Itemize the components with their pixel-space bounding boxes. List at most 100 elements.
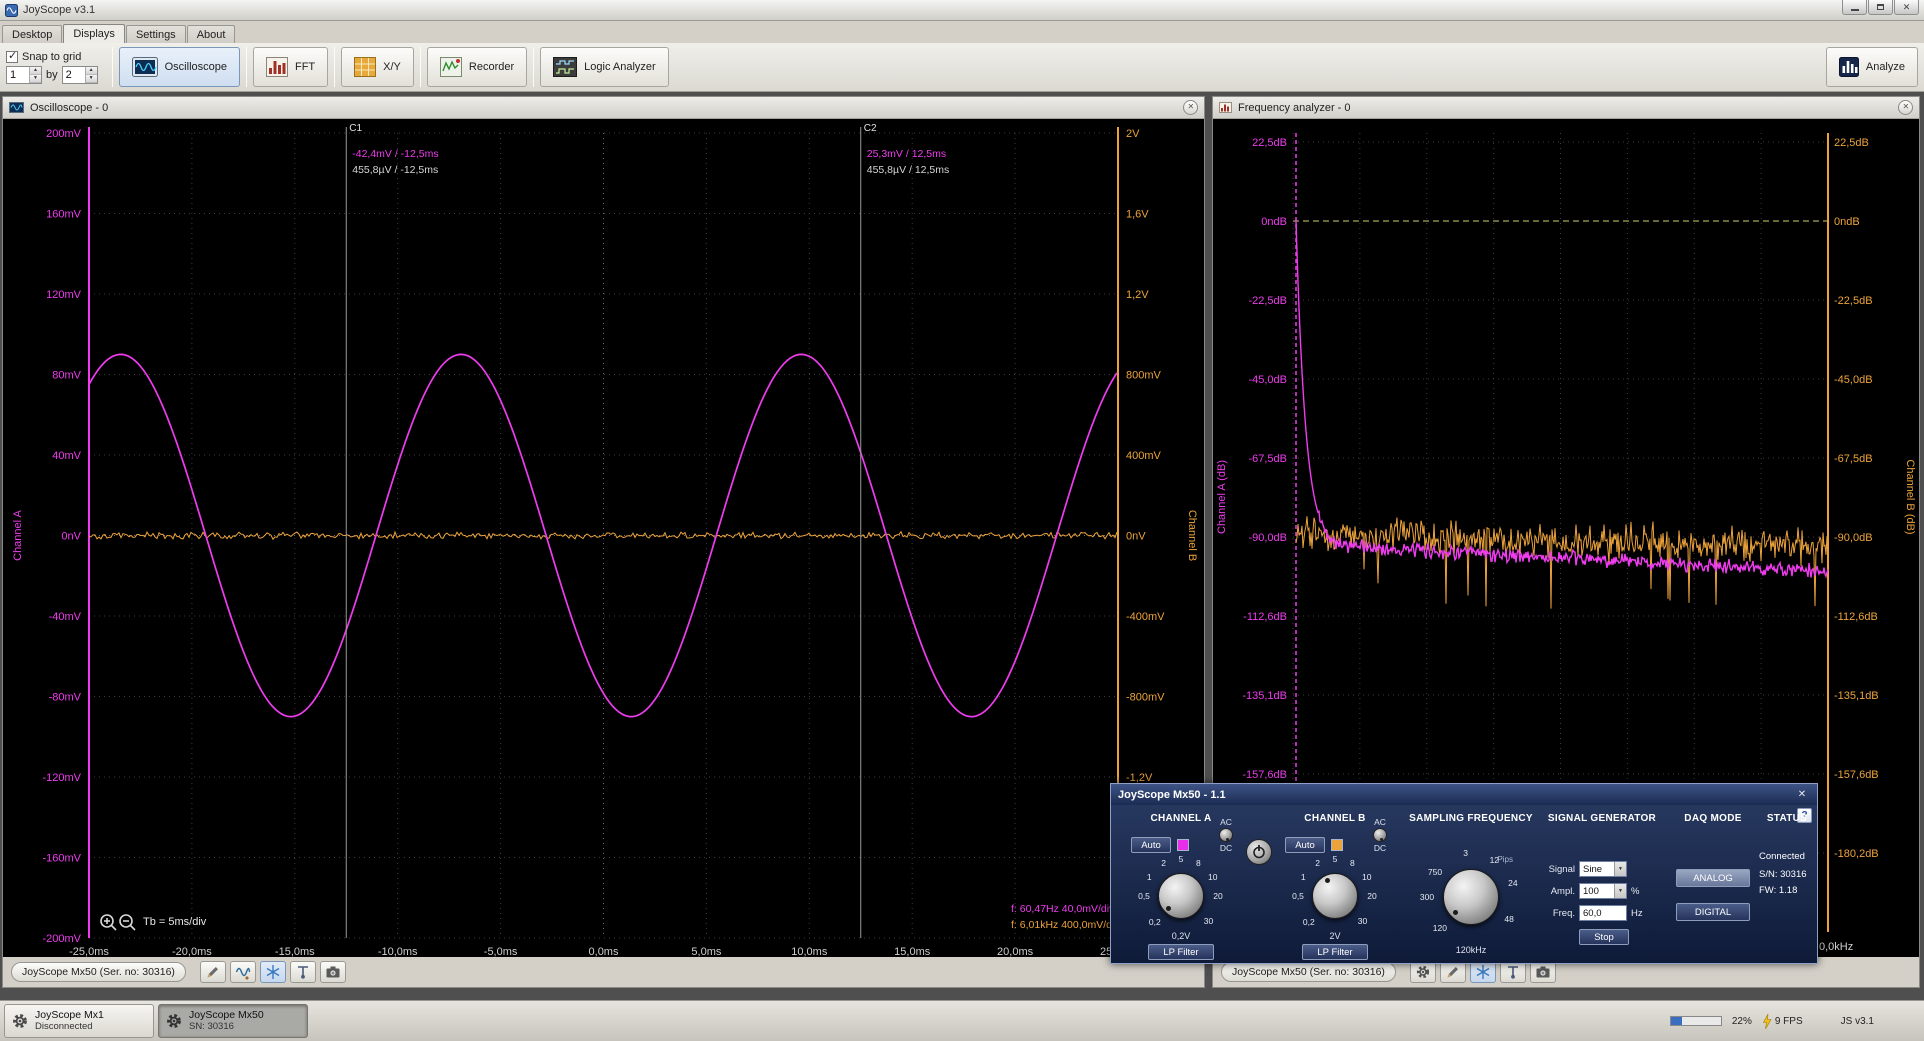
amplitude-dropdown[interactable]: 100 ▼ [1579,883,1627,899]
probe-button[interactable] [290,961,316,983]
grid-y-spinner[interactable]: ▲▼ [62,66,98,84]
channel-a-auto-button[interactable]: Auto [1131,837,1171,853]
maximize-button[interactable] [1868,0,1893,15]
oscilloscope-window: Oscilloscope - 0 200mV160mV120mV80mV40mV… [2,96,1205,988]
channel-a-axis-label: Channel A [12,509,24,560]
spin-down-icon[interactable]: ▼ [30,75,41,83]
tab-displays[interactable]: Displays [63,24,125,43]
channel-a-range-knob[interactable]: 0,20,51258102030 [1119,853,1243,939]
analyze-button[interactable]: Analyze [1826,47,1918,87]
spin-down-icon[interactable]: ▼ [86,75,97,83]
channel-b-coupling: AC DC [1373,817,1387,853]
channel-b-lp-filter-button[interactable]: LP Filter [1302,944,1368,960]
camera-icon [1535,964,1551,980]
frequency-analyzer-window-header[interactable]: Frequency analyzer - 0 [1213,97,1919,119]
toolbar-fft-button[interactable]: FFT [253,47,328,87]
channel-b-coupling-knob[interactable] [1373,828,1387,842]
signal-type-dropdown[interactable]: Sine ▼ [1579,861,1627,877]
device-control-panel: JoyScope Mx50 - 1.1 ✕ ? CHANNEL A Auto A… [1110,783,1818,964]
power-button[interactable] [1246,839,1272,865]
probe-button[interactable] [1500,961,1526,983]
device-button-mx50[interactable]: JoyScope Mx50 SN: 30316 [158,1004,308,1038]
toolbar-logic-analyzer-button[interactable]: Logic Analyzer [540,47,669,87]
grid-y-input[interactable] [63,67,85,83]
channel-b-axis-label: Channel B (dB) [1904,459,1916,534]
spin-up-icon[interactable]: ▲ [86,67,97,75]
minimize-button[interactable] [1842,0,1867,15]
snowflake-icon [265,964,281,980]
channel-b-color-swatch[interactable] [1331,839,1343,851]
channel-a-lp-filter-button[interactable]: LP Filter [1148,944,1214,960]
y-right-tick: 2V [1126,128,1140,140]
x-tick: -10,0ms [378,946,418,957]
channel-b-range-knob[interactable]: 0,20,51258102030 [1273,853,1397,939]
tab-about[interactable]: About [187,25,236,43]
y-left-tick: 160mV [46,209,82,221]
close-button[interactable]: ✕ [1894,0,1919,15]
frequency-input[interactable] [1579,905,1627,921]
oscilloscope-close-icon[interactable] [1183,100,1198,115]
probe-icon [1505,964,1521,980]
edit-button[interactable] [1440,961,1466,983]
zoom-icons[interactable] [101,915,135,930]
x-tick: -25,0ms [69,946,109,957]
titlebar[interactable]: JoyScope v3.1 ✕ [0,0,1924,21]
channel-b-axis-label: Channel B [1186,510,1198,561]
channel-a-coupling-knob[interactable] [1219,828,1233,842]
y-left-tick: -135,1dB [1242,690,1287,702]
channel-a-axis-label: Channel A (dB) [1216,460,1228,534]
toolbar-xy-button[interactable]: X/Y [341,47,414,87]
grid-x-spinner[interactable]: ▲▼ [6,66,42,84]
y-right-tick: -112,6dB [1834,611,1878,623]
tab-settings[interactable]: Settings [126,25,186,43]
x-tick: 5,0ms [691,946,721,957]
analyze-label: Analyze [1866,61,1905,73]
camera-button[interactable] [1530,961,1556,983]
gear-icon [1415,964,1431,980]
oscilloscope-window-header[interactable]: Oscilloscope - 0 [3,97,1204,119]
freeze-button[interactable] [260,961,286,983]
spin-up-icon[interactable]: ▲ [30,67,41,75]
tab-desktop[interactable]: Desktop [2,25,62,43]
stop-button[interactable]: Stop [1579,929,1629,945]
camera-button[interactable] [320,961,346,983]
y-left-tick: -80mV [49,692,82,704]
frequency-analyzer-close-icon[interactable] [1898,100,1913,115]
channel-a-section: CHANNEL A Auto AC DC 0,20,51258102030 0,… [1119,805,1243,963]
signal-generator-section: SIGNAL GENERATOR Signal Sine ▼ Ampl. 100… [1541,805,1663,963]
oscilloscope-plot-area: 200mV160mV120mV80mV40mV0nV-40mV-80mV-120… [3,119,1204,957]
oscilloscope-device-button[interactable]: JoyScope Mx50 (Ser. no: 30316) [11,962,186,982]
analog-mode-button[interactable]: ANALOG [1676,869,1750,887]
channel-b-auto-button[interactable]: Auto [1285,837,1325,853]
sampling-frequency-value: 120kHz [1403,945,1539,955]
x-tick: 10,0ms [791,946,828,957]
y-left-tick: -160mV [42,853,81,865]
channel-a-color-swatch[interactable] [1177,839,1189,851]
device-button-mx1[interactable]: JoyScope Mx1 Disconnected [4,1004,154,1038]
snap-to-grid-checkbox[interactable]: Snap to grid [6,51,98,63]
digital-mode-button[interactable]: DIGITAL [1676,903,1750,921]
toolbar-oscilloscope-button[interactable]: Oscilloscope [119,47,240,87]
dc-label: DC [1374,843,1386,853]
waveform-edit-button[interactable] [230,961,256,983]
dc-label: DC [1220,843,1232,853]
frequency-analyzer-device-button[interactable]: JoyScope Mx50 (Ser. no: 30316) [1221,962,1396,982]
control-panel-close-icon[interactable]: ✕ [1794,789,1810,800]
y-right-tick: -22,5dB [1834,295,1873,307]
control-panel-titlebar[interactable]: JoyScope Mx50 - 1.1 ✕ [1111,784,1817,805]
frequency-analyzer-window-title: Frequency analyzer - 0 [1238,102,1351,114]
oscilloscope-window-icon [9,102,24,113]
sampling-frequency-knob[interactable]: 1203007503122448 [1403,851,1539,943]
toolbar-recorder-button[interactable]: Recorder [427,47,527,87]
freeze-button[interactable] [1470,961,1496,983]
channel-b-spectrum [1296,516,1828,608]
toolbar-button-label: Logic Analyzer [584,61,656,73]
edit-button[interactable] [200,961,226,983]
lightning-icon [1762,1014,1772,1029]
oscilloscope-plot[interactable]: 200mV160mV120mV80mV40mV0nV-40mV-80mV-120… [3,119,1204,957]
y-left-tick: -120mV [42,772,81,784]
fft-icon [266,57,288,77]
settings-button[interactable] [1410,961,1436,983]
pencil-icon [205,964,221,980]
grid-x-input[interactable] [7,67,29,83]
